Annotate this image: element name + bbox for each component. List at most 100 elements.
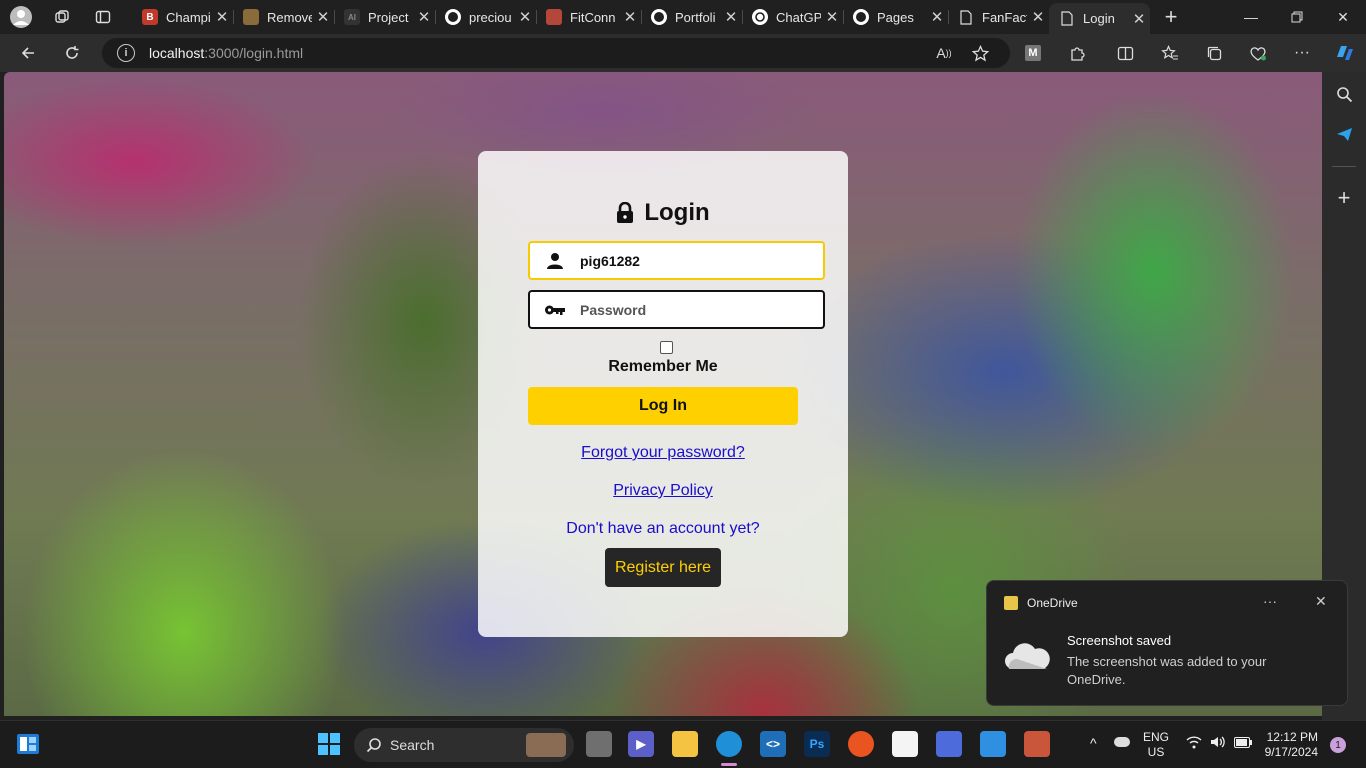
notification-badge[interactable]: 1 — [1330, 737, 1346, 753]
tab-close-icon[interactable]: ✕ — [720, 8, 742, 26]
copilot-icon[interactable] — [1330, 40, 1358, 66]
vscode-icon[interactable]: <> — [760, 731, 786, 757]
language-indicator[interactable]: ENG US — [1143, 730, 1169, 760]
tab-favicon-icon: B — [142, 9, 158, 25]
power-automate-icon[interactable] — [936, 731, 962, 757]
add-sidebar-app-icon[interactable]: + — [1332, 185, 1356, 210]
browser-tab-active[interactable]: Login ✕ — [1049, 3, 1150, 34]
tab-title: Pages — [877, 9, 914, 25]
notification-app-name: OneDrive — [1027, 596, 1078, 610]
page-title: Login — [644, 199, 710, 226]
browser-toolbar: i localhost:3000/login.html A)) M ··· — [0, 34, 1366, 72]
send-telegram-icon[interactable] — [1332, 122, 1356, 146]
workspaces-icon[interactable] — [51, 6, 73, 28]
tab-close-icon[interactable]: ✕ — [1128, 10, 1150, 28]
browser-tab[interactable]: FitConn ✕ — [536, 3, 642, 31]
task-view-icon[interactable] — [586, 731, 612, 757]
tab-favicon-icon — [546, 9, 562, 25]
forgot-password-link-wrap: Forgot your password? — [478, 444, 848, 462]
site-info-icon[interactable]: i — [117, 44, 135, 62]
username-field[interactable] — [528, 241, 825, 280]
tab-close-icon[interactable]: ✕ — [514, 8, 536, 26]
volume-icon[interactable] — [1210, 735, 1226, 752]
tab-close-icon[interactable]: ✕ — [821, 8, 843, 26]
notification-count: 1 — [1335, 739, 1341, 751]
minimize-button[interactable]: — — [1228, 0, 1274, 34]
paint-icon[interactable] — [980, 731, 1006, 757]
read-aloud-icon[interactable]: A)) — [930, 40, 958, 66]
tab-close-icon[interactable]: ✕ — [211, 8, 233, 26]
notification-close-button[interactable]: ✕ — [1315, 593, 1327, 610]
extension-m-icon[interactable]: M — [1019, 40, 1047, 66]
taskbar-search[interactable]: Search — [354, 728, 574, 762]
teams-meet-icon[interactable]: ▶ — [628, 731, 654, 757]
browser-tab[interactable]: Pages ✕ — [843, 3, 949, 31]
search-highlight-icon — [526, 733, 566, 757]
notification-more-button[interactable]: ··· — [1263, 593, 1277, 609]
tab-title: Project — [368, 9, 409, 25]
privacy-policy-link[interactable]: Privacy Policy — [613, 482, 713, 499]
start-windows-icon[interactable] — [316, 731, 342, 757]
tab-actions-icon[interactable] — [92, 6, 114, 28]
photoshop-icon[interactable]: Ps — [804, 731, 830, 757]
tab-title: Portfoli — [675, 9, 716, 25]
language-label: ENG — [1143, 730, 1170, 744]
browser-tab[interactable]: preciou ✕ — [435, 3, 537, 31]
edge-browser-icon[interactable] — [716, 731, 742, 757]
tab-close-icon[interactable]: ✕ — [619, 8, 641, 26]
tab-close-icon[interactable]: ✕ — [312, 8, 334, 26]
onedrive-notification[interactable]: OneDrive ··· ✕ Screenshot saved The scre… — [986, 580, 1348, 706]
tab-favicon-icon: AI — [344, 9, 360, 25]
password-field[interactable] — [528, 290, 825, 329]
favorites-icon[interactable] — [1156, 40, 1184, 66]
back-arrow-icon[interactable] — [14, 40, 42, 66]
git-tool-icon[interactable] — [1024, 731, 1050, 757]
browser-tab[interactable]: B Champi ✕ — [132, 3, 234, 31]
tab-title: FitConn — [570, 9, 616, 25]
refresh-icon[interactable] — [58, 40, 86, 66]
register-button[interactable]: Register here — [605, 548, 721, 587]
tab-close-icon[interactable]: ✕ — [413, 8, 435, 26]
profile-avatar[interactable] — [10, 6, 32, 28]
favorite-star-icon[interactable] — [966, 40, 994, 66]
search-icon — [366, 738, 381, 753]
microsoft-store-icon[interactable] — [892, 731, 918, 757]
address-bar[interactable]: i localhost:3000/login.html — [102, 38, 1010, 68]
collections-icon[interactable] — [1200, 40, 1228, 66]
browser-tab[interactable]: Portfoli ✕ — [641, 3, 743, 31]
close-window-button[interactable]: ✕ — [1320, 0, 1366, 34]
remember-me-label: Remember Me — [608, 358, 718, 375]
more-options-icon[interactable]: ··· — [1288, 40, 1316, 66]
forgot-password-link[interactable]: Forgot your password? — [581, 444, 745, 461]
login-heading: Login — [478, 199, 848, 227]
restore-button[interactable] — [1274, 0, 1320, 34]
browser-tab[interactable]: Remove ✕ — [233, 3, 335, 31]
password-input[interactable] — [580, 301, 800, 318]
remember-me-checkbox[interactable] — [660, 341, 673, 354]
login-button[interactable]: Log In — [528, 387, 798, 425]
search-icon[interactable] — [1332, 82, 1356, 106]
onedrive-tray-icon[interactable] — [1114, 737, 1130, 747]
split-screen-icon[interactable] — [1111, 40, 1139, 66]
tray-overflow-chevron-icon[interactable]: ^ — [1090, 735, 1097, 751]
github-icon — [651, 9, 667, 25]
tab-close-icon[interactable]: ✕ — [926, 8, 948, 26]
github-icon — [445, 9, 461, 25]
tab-close-icon[interactable]: ✕ — [1027, 8, 1049, 26]
browser-tab[interactable]: ChatGP ✕ — [742, 3, 844, 31]
extensions-puzzle-icon[interactable] — [1063, 40, 1091, 66]
browser-tab[interactable]: AI Project ✕ — [334, 3, 436, 31]
chatgpt-icon — [752, 9, 768, 25]
battery-icon[interactable] — [1234, 737, 1252, 751]
lock-icon — [617, 202, 634, 223]
file-explorer-icon[interactable] — [672, 731, 698, 757]
widgets-icon[interactable] — [15, 731, 41, 757]
clock[interactable]: 12:12 PM 9/17/2024 — [1264, 730, 1318, 760]
wifi-icon[interactable] — [1186, 735, 1202, 752]
browser-essentials-icon[interactable] — [1244, 40, 1272, 66]
username-input[interactable] — [580, 252, 800, 269]
ubuntu-icon[interactable] — [848, 731, 874, 757]
user-icon — [530, 252, 580, 270]
new-tab-icon[interactable]: + — [1160, 4, 1182, 29]
browser-tab[interactable]: FanFact ✕ — [948, 3, 1049, 31]
